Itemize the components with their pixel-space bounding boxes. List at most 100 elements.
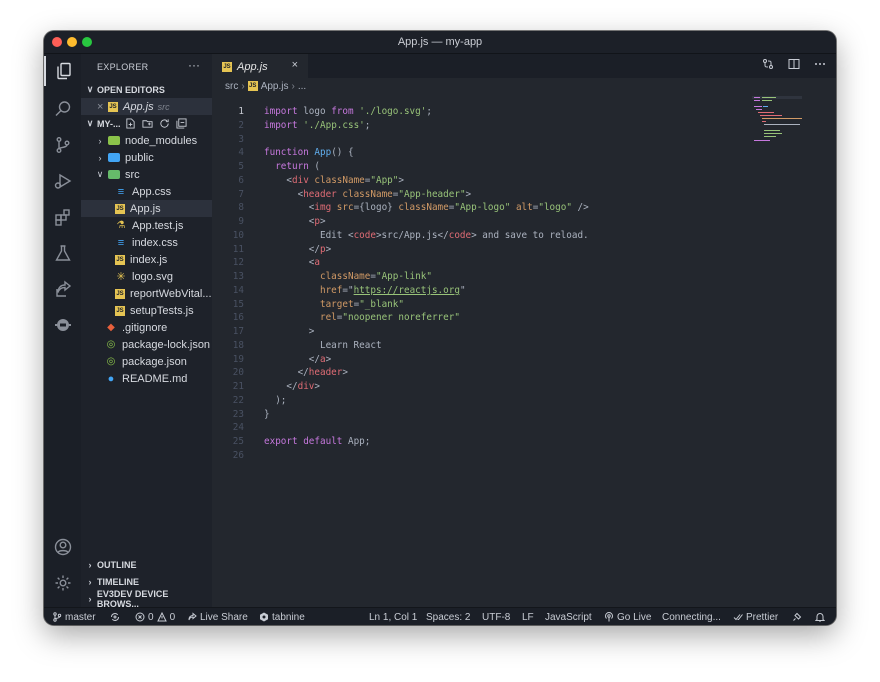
code-token: < bbox=[264, 216, 315, 227]
npm-file-icon: ◎ bbox=[106, 356, 116, 367]
tree-file-item[interactable]: ≡ index.css bbox=[81, 234, 212, 251]
tree-file-item[interactable]: ✳ logo.svg bbox=[81, 268, 212, 285]
code-token: ( bbox=[308, 161, 320, 172]
tree-folder-item[interactable]: ∨ src bbox=[81, 166, 212, 183]
tree-item-label: index.css bbox=[132, 236, 178, 249]
line-number: 16 bbox=[232, 312, 244, 324]
line-number: 10 bbox=[232, 229, 244, 241]
testing-activity-icon[interactable] bbox=[44, 238, 81, 268]
branch-indicator[interactable]: master bbox=[52, 608, 96, 625]
line-number: 6 bbox=[238, 174, 244, 186]
css-file-icon: ≡ bbox=[117, 185, 125, 198]
code-line: 9 <p> bbox=[212, 215, 792, 229]
accounts-activity-icon[interactable] bbox=[44, 532, 81, 562]
device-browser-activity-icon[interactable] bbox=[44, 310, 81, 340]
code-text: </header> bbox=[264, 366, 348, 380]
device-browser-section[interactable]: › EV3DEV DEVICE BROWS... bbox=[81, 589, 212, 608]
live-share-button[interactable]: Live Share bbox=[187, 608, 248, 625]
encoding[interactable]: UTF-8 bbox=[482, 608, 510, 625]
code-text: <header className="App-header"> bbox=[264, 188, 472, 202]
tabnine-button[interactable]: tabnine bbox=[259, 608, 305, 625]
tree-folder-item[interactable]: › node_modules bbox=[81, 132, 212, 149]
tree-folder-item[interactable]: › public bbox=[81, 149, 212, 166]
code-token: import bbox=[264, 106, 298, 117]
tree-file-item[interactable]: ◎ package.json bbox=[81, 353, 212, 370]
tree-file-item[interactable]: ◆ .gitignore bbox=[81, 319, 212, 336]
tree-file-item[interactable]: ⚗ App.test.js bbox=[81, 217, 212, 234]
close-icon[interactable]: × bbox=[97, 101, 108, 113]
breadcrumb-symbol[interactable]: ... bbox=[298, 81, 306, 92]
status-bar: master 0 0 Live Share tabnine Ln 1, Col … bbox=[44, 607, 836, 625]
tree-file-item[interactable]: JS App.js bbox=[81, 200, 212, 217]
refresh-icon[interactable] bbox=[159, 118, 170, 129]
line-number: 22 bbox=[232, 394, 244, 406]
source-control-activity-icon[interactable] bbox=[44, 130, 81, 160]
open-editors-section[interactable]: ∨ OPEN EDITORS bbox=[81, 81, 212, 98]
tree-file-item[interactable]: ● README.md bbox=[81, 370, 212, 387]
new-file-icon[interactable] bbox=[125, 118, 136, 129]
sync-indicator[interactable] bbox=[110, 608, 120, 625]
collapse-all-icon[interactable] bbox=[176, 118, 187, 129]
explorer-activity-icon[interactable] bbox=[44, 56, 81, 86]
code-editor[interactable]: 1 import logo from './logo.svg'; 2 import '… bbox=[212, 94, 836, 607]
open-editor-dir: src bbox=[157, 101, 170, 112]
code-text: return ( bbox=[264, 160, 320, 174]
live-share-activity-icon[interactable] bbox=[44, 274, 81, 304]
more-actions-icon[interactable] bbox=[814, 58, 826, 70]
run-debug-activity-icon[interactable] bbox=[44, 166, 81, 196]
test-file-icon: ⚗ bbox=[116, 220, 126, 231]
line-number: 25 bbox=[232, 436, 244, 447]
search-activity-icon[interactable] bbox=[44, 94, 81, 124]
open-editor-item[interactable]: × JS App.js src bbox=[81, 98, 212, 115]
close-tab-icon[interactable]: × bbox=[292, 59, 298, 71]
tabnine-label: tabnine bbox=[272, 611, 305, 623]
connecting-status[interactable]: Connecting... bbox=[662, 608, 721, 625]
code-token: "_blank" bbox=[359, 298, 404, 310]
breadcrumb-file[interactable]: App.js bbox=[261, 81, 289, 92]
prettier-button[interactable]: Prettier bbox=[733, 608, 778, 625]
error-icon bbox=[135, 612, 145, 622]
extensions-activity-icon[interactable] bbox=[44, 202, 81, 232]
js-file-icon: JS bbox=[115, 288, 125, 299]
cursor-position[interactable]: Ln 1, Col 1 bbox=[369, 608, 417, 625]
manage-gear-icon[interactable] bbox=[44, 568, 81, 598]
code-token: src bbox=[336, 202, 354, 214]
line-number: 14 bbox=[232, 284, 244, 296]
new-folder-icon[interactable] bbox=[142, 118, 153, 129]
line-number: 1 bbox=[238, 106, 244, 117]
tree-file-item[interactable]: ≡ App.css bbox=[81, 183, 212, 200]
tree-file-item[interactable]: JS index.js bbox=[81, 251, 212, 268]
project-section[interactable]: ∨ MY-... bbox=[81, 115, 212, 132]
timeline-section[interactable]: › TIMELINE bbox=[81, 573, 212, 590]
code-line: 23} bbox=[212, 408, 792, 422]
code-line: 18 Learn React bbox=[212, 339, 792, 353]
explorer-more-icon[interactable]: ··· bbox=[188, 58, 200, 72]
tree-item-label: App.test.js bbox=[132, 219, 184, 232]
code-token: > bbox=[314, 381, 320, 392]
tab-app-js[interactable]: JS App.js × bbox=[212, 54, 308, 78]
problems-indicator[interactable]: 0 0 bbox=[135, 608, 175, 625]
code-line: 15 target="_blank" bbox=[212, 298, 792, 312]
tree-file-item[interactable]: JS reportWebVital... bbox=[81, 285, 212, 302]
open-changes-icon[interactable] bbox=[762, 58, 774, 70]
go-live-button[interactable]: Go Live bbox=[604, 608, 651, 625]
explorer-sidebar: EXPLORER ··· ∨ OPEN EDITORS × JS App.js … bbox=[81, 54, 212, 607]
code-token: "noopener noreferrer" bbox=[342, 312, 460, 324]
split-editor-icon[interactable] bbox=[788, 58, 800, 70]
chevron-right-icon: › bbox=[98, 135, 102, 146]
language-mode[interactable]: JavaScript bbox=[545, 608, 592, 625]
notifications-button[interactable] bbox=[815, 608, 825, 625]
indentation[interactable]: Spaces: 2 bbox=[426, 608, 470, 625]
tree-file-item[interactable]: ◎ package-lock.json bbox=[81, 336, 212, 353]
tree-file-item[interactable]: JS setupTests.js bbox=[81, 302, 212, 319]
feedback-button[interactable] bbox=[792, 608, 802, 625]
breadcrumb-folder[interactable]: src bbox=[225, 81, 238, 92]
feedback-icon bbox=[793, 612, 802, 621]
end-of-line[interactable]: LF bbox=[522, 608, 534, 625]
outline-label: OUTLINE bbox=[97, 559, 137, 570]
outline-section[interactable]: › OUTLINE bbox=[81, 556, 212, 573]
code-token: target bbox=[319, 298, 354, 310]
code-token: < bbox=[264, 202, 315, 214]
